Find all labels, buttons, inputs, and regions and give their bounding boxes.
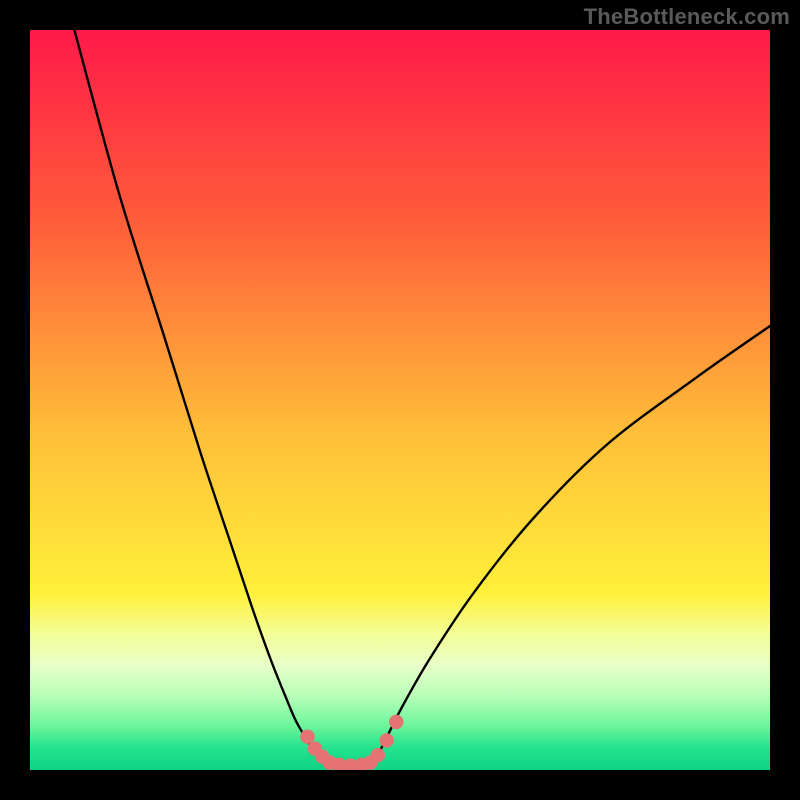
curve-marker — [379, 733, 393, 747]
curve-marker — [371, 748, 385, 762]
chart-frame: TheBottleneck.com — [0, 0, 800, 800]
curve-layer — [30, 30, 770, 770]
curve-marker — [389, 715, 403, 729]
curve-markers — [300, 715, 403, 770]
watermark-text: TheBottleneck.com — [584, 4, 790, 30]
plot-area — [30, 30, 770, 770]
bottleneck-curve — [74, 30, 770, 766]
